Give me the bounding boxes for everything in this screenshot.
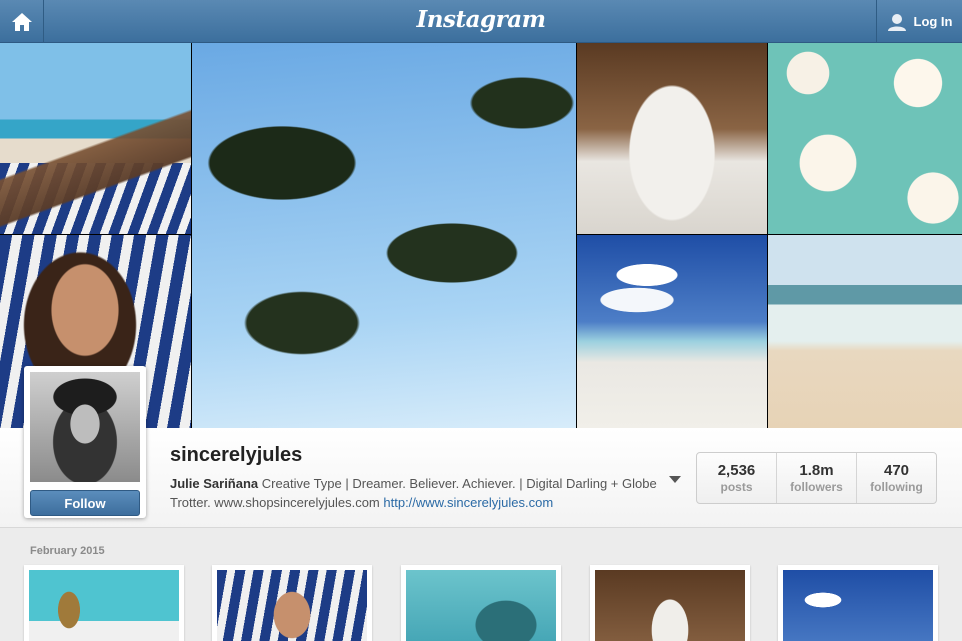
stat-followers-label: followers — [790, 480, 843, 494]
stat-following-value: 470 — [883, 462, 910, 479]
profile-full-name: Julie Sariñana — [170, 476, 259, 491]
cover-photo-palm-trees[interactable] — [192, 43, 576, 428]
feed-photo-image — [595, 570, 745, 641]
login-button[interactable]: Log In — [876, 0, 962, 43]
instagram-logo[interactable]: Instagram — [0, 6, 962, 33]
stat-following-label: following — [870, 480, 923, 494]
stat-posts-value: 2,536 — [717, 462, 756, 479]
cover-photo-sky-beach[interactable] — [577, 235, 767, 428]
cover-photo-breakfast[interactable] — [768, 43, 962, 234]
cover-photo-canopy-bed[interactable] — [577, 43, 767, 234]
stat-following[interactable]: 470 following — [857, 453, 936, 503]
user-icon — [887, 13, 906, 31]
feed-photo-image — [406, 570, 556, 641]
stat-posts-label: posts — [720, 480, 753, 494]
feed-photo-image — [29, 570, 179, 641]
feed-photo-thumbnail[interactable] — [24, 565, 184, 641]
feed-photo-image — [783, 570, 933, 641]
stat-followers[interactable]: 1.8m followers — [777, 453, 857, 503]
follow-button[interactable]: Follow — [30, 490, 140, 516]
profile-username: sincerelyjules — [170, 444, 303, 466]
profile-stats: 2,536 posts 1.8m followers 470 following — [696, 452, 937, 504]
chevron-down-icon[interactable] — [668, 474, 682, 484]
profile-avatar-card: Follow — [24, 366, 146, 518]
feed-photo-thumbnail[interactable] — [212, 565, 372, 641]
feed-section-date: February 2015 — [30, 545, 105, 557]
login-label: Log In — [913, 14, 953, 29]
feed-photo-thumbnail[interactable] — [590, 565, 750, 641]
feed-photo-thumbnail[interactable] — [778, 565, 938, 641]
feed-photo-image — [217, 570, 367, 641]
top-navigation-bar: Instagram Log In — [0, 0, 962, 43]
stat-posts[interactable]: 2,536 posts — [697, 453, 777, 503]
feed-photo-thumbnail[interactable] — [401, 565, 561, 641]
profile-bio: Julie Sariñana Creative Type | Dreamer. … — [170, 474, 660, 512]
stat-followers-value: 1.8m — [799, 462, 834, 479]
profile-website-link[interactable]: http://www.sincerelyjules.com — [383, 495, 553, 510]
avatar[interactable] — [30, 372, 140, 482]
cover-photo-waves[interactable] — [768, 235, 962, 428]
cover-photo-beach-legs[interactable] — [0, 43, 191, 234]
